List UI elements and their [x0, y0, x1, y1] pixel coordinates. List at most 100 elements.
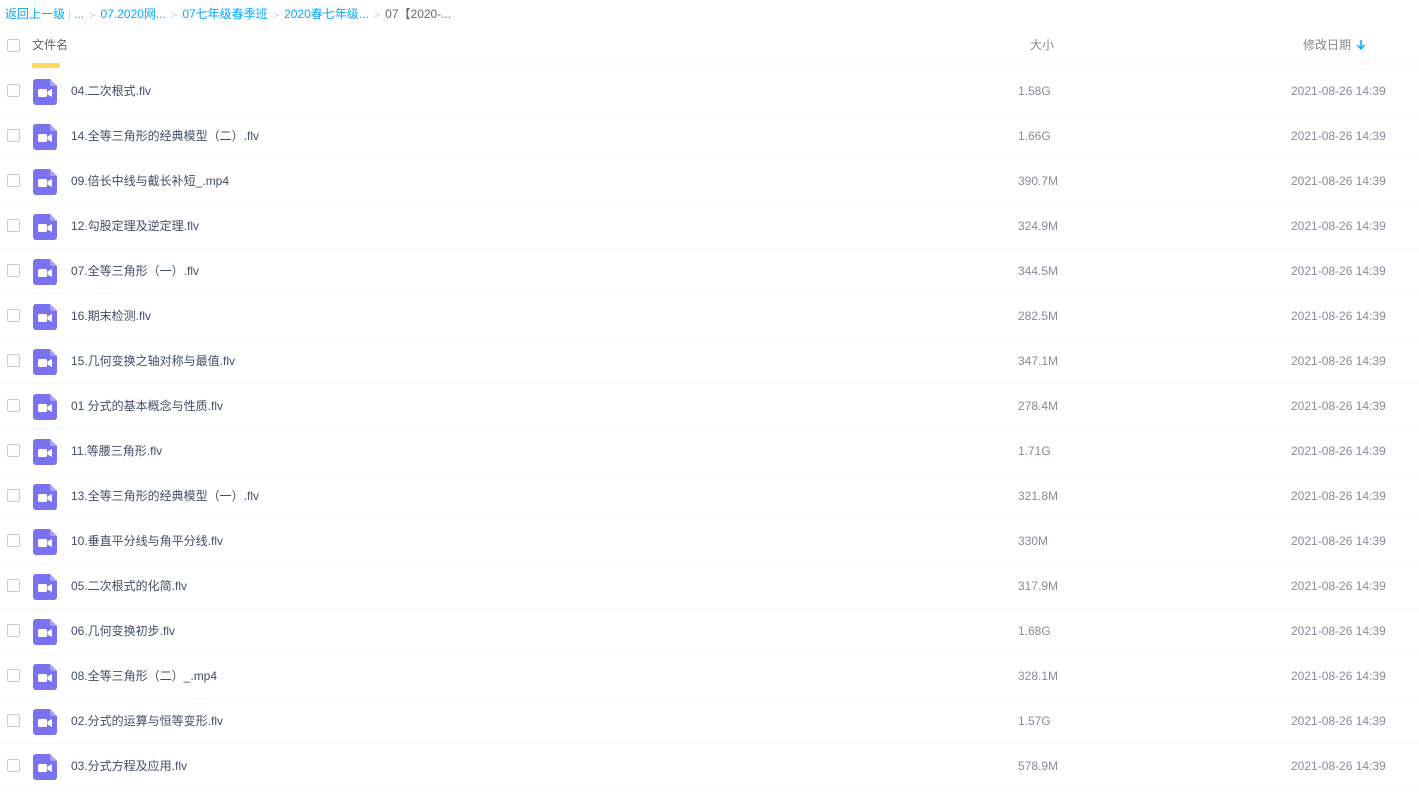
file-name[interactable]: 04.二次根式.flv [71, 69, 151, 114]
breadcrumb-item-1[interactable]: 07.2020网... [101, 7, 166, 21]
video-file-icon[interactable] [33, 79, 57, 105]
file-name[interactable]: 15.几何变换之轴对称与最值.flv [71, 339, 235, 384]
video-file-icon[interactable] [33, 484, 57, 510]
file-name[interactable]: 07.全等三角形（一）.flv [71, 249, 199, 294]
row-checkbox[interactable] [7, 309, 20, 322]
file-row[interactable]: 15.几何变换之轴对称与最值.flv 347.1M 2021-08-26 14:39 [0, 339, 1419, 384]
file-row[interactable]: 12.勾股定理及逆定理.flv 324.9M 2021-08-26 14:39 [0, 204, 1419, 249]
sort-descending-arrow-icon[interactable] [1356, 39, 1366, 51]
file-name[interactable]: 02.分式的运算与恒等变形.flv [71, 699, 223, 744]
file-row[interactable]: 13.全等三角形的经典模型（一）.flv 321.8M 2021-08-26 14:… [0, 474, 1419, 519]
file-size: 578.9M [1018, 759, 1059, 773]
row-checkbox[interactable] [7, 129, 20, 142]
video-file-icon[interactable] [33, 169, 57, 195]
folder-icon[interactable] [32, 63, 60, 68]
file-name[interactable]: 03.分式方程及应用.flv [71, 744, 187, 789]
row-checkbox[interactable] [7, 444, 20, 457]
row-checkbox[interactable] [7, 264, 20, 277]
back-link[interactable]: 返回上一级 [5, 7, 65, 21]
video-file-icon[interactable] [33, 304, 57, 330]
row-checkbox[interactable] [7, 219, 20, 232]
file-row[interactable]: 03.分式方程及应用.flv 578.9M 2021-08-26 14:39 [0, 744, 1419, 789]
row-checkbox[interactable] [7, 624, 20, 637]
file-modified-date: 2021-08-26 14:39 [1291, 579, 1386, 593]
video-file-icon[interactable] [33, 124, 57, 150]
file-modified-date: 2021-08-26 14:39 [1291, 489, 1386, 503]
file-row[interactable]: 16.期末检测.flv 282.5M 2021-08-26 14:39 [0, 294, 1419, 339]
file-row[interactable]: 04.二次根式.flv 1.58G 2021-08-26 14:39 [0, 69, 1419, 114]
file-size: 278.4M [1018, 399, 1059, 413]
file-modified-date: 2021-08-26 14:39 [1291, 444, 1386, 458]
file-modified-date: 2021-08-26 14:39 [1291, 624, 1386, 638]
row-checkbox[interactable] [7, 354, 20, 367]
video-file-icon[interactable] [33, 664, 57, 690]
row-checkbox[interactable] [7, 759, 20, 772]
breadcrumb-ellipsis[interactable]: ... [74, 7, 84, 21]
video-file-icon[interactable] [33, 754, 57, 780]
row-checkbox[interactable] [7, 714, 20, 727]
file-size: 1.58G [1018, 84, 1051, 98]
file-name[interactable]: 08.全等三角形（二）_.mp4 [71, 654, 217, 699]
row-checkbox[interactable] [7, 489, 20, 502]
file-size: 1.66G [1018, 129, 1051, 143]
file-size: 328.1M [1018, 669, 1059, 683]
video-file-icon[interactable] [33, 619, 57, 645]
file-modified-date: 2021-08-26 14:39 [1291, 714, 1386, 728]
file-name[interactable]: 06.几何变换初步.flv [71, 609, 175, 654]
file-name[interactable]: 13.全等三角形的经典模型（一）.flv [71, 474, 259, 519]
breadcrumb-pipe: | [68, 7, 72, 21]
row-checkbox[interactable] [7, 399, 20, 412]
video-file-icon[interactable] [33, 259, 57, 285]
row-checkbox[interactable] [7, 534, 20, 547]
file-list-header: 文件名 大小 修改日期 [0, 28, 1419, 62]
file-row[interactable]: 07.全等三角形（一）.flv 344.5M 2021-08-26 14:39 [0, 249, 1419, 294]
file-size: 321.8M [1018, 489, 1059, 503]
column-header-date[interactable]: 修改日期 [1303, 28, 1351, 62]
video-file-icon[interactable] [33, 214, 57, 240]
file-row[interactable]: 09.倍长中线与截长补短_.mp4 390.7M 2021-08-26 14:39 [0, 159, 1419, 204]
file-row[interactable]: 10.垂直平分线与角平分线.flv 330M 2021-08-26 14:39 [0, 519, 1419, 564]
file-modified-date: 2021-08-26 14:39 [1291, 669, 1386, 683]
video-file-icon[interactable] [33, 439, 57, 465]
file-size: 347.1M [1018, 354, 1059, 368]
file-name[interactable]: 01 分式的基本概念与性质.flv [71, 384, 223, 429]
column-header-name[interactable]: 文件名 [32, 28, 68, 62]
breadcrumb-separator-icon: > [372, 10, 382, 21]
file-modified-date: 2021-08-26 14:39 [1291, 534, 1386, 548]
row-checkbox[interactable] [7, 84, 20, 97]
row-checkbox[interactable] [7, 579, 20, 592]
breadcrumb-current: 07【2020-... [385, 7, 452, 21]
file-name[interactable]: 09.倍长中线与截长补短_.mp4 [71, 159, 229, 204]
file-name[interactable]: 12.勾股定理及逆定理.flv [71, 204, 199, 249]
file-row[interactable]: 14.全等三角形的经典模型（二）.flv 1.66G 2021-08-26 14:3… [0, 114, 1419, 159]
file-name[interactable]: 11.等腰三角形.flv [71, 429, 162, 474]
breadcrumb-item-3[interactable]: 2020春七年级... [284, 7, 369, 21]
video-file-icon[interactable] [33, 574, 57, 600]
video-file-icon[interactable] [33, 529, 57, 555]
file-row[interactable]: 06.几何变换初步.flv 1.68G 2021-08-26 14:39 [0, 609, 1419, 654]
select-all-checkbox[interactable] [7, 39, 20, 52]
breadcrumb-item-2[interactable]: 07七年级春季班 [182, 7, 267, 21]
file-row[interactable]: 08.全等三角形（二）_.mp4 328.1M 2021-08-26 14:39 [0, 654, 1419, 699]
file-name[interactable]: 10.垂直平分线与角平分线.flv [71, 519, 223, 564]
video-file-icon[interactable] [33, 394, 57, 420]
file-modified-date: 2021-08-26 14:39 [1291, 309, 1386, 323]
video-file-icon[interactable] [33, 709, 57, 735]
file-name[interactable]: 05.二次根式的化简.flv [71, 564, 187, 609]
file-modified-date: 2021-08-26 14:39 [1291, 264, 1386, 278]
file-size: 390.7M [1018, 174, 1059, 188]
file-row[interactable]: 02.分式的运算与恒等变形.flv 1.57G 2021-08-26 14:39 [0, 699, 1419, 744]
file-modified-date: 2021-08-26 14:39 [1291, 84, 1386, 98]
breadcrumb-separator-icon: > [169, 10, 179, 21]
file-row[interactable]: 05.二次根式的化简.flv 317.9M 2021-08-26 14:39 [0, 564, 1419, 609]
file-row[interactable]: 11.等腰三角形.flv 1.71G 2021-08-26 14:39 [0, 429, 1419, 474]
column-header-size[interactable]: 大小 [1030, 28, 1054, 62]
file-name[interactable]: 16.期末检测.flv [71, 294, 151, 339]
file-name[interactable]: 14.全等三角形的经典模型（二）.flv [71, 114, 259, 159]
row-checkbox[interactable] [7, 174, 20, 187]
row-checkbox[interactable] [7, 669, 20, 682]
file-row[interactable]: 01 分式的基本概念与性质.flv 278.4M 2021-08-26 14:39 [0, 384, 1419, 429]
video-file-icon[interactable] [33, 349, 57, 375]
file-list: 资料2021-08-26 14:39 04.二次根式.flv1.58G2021-… [0, 63, 1419, 799]
breadcrumb-separator-icon: > [271, 10, 281, 21]
